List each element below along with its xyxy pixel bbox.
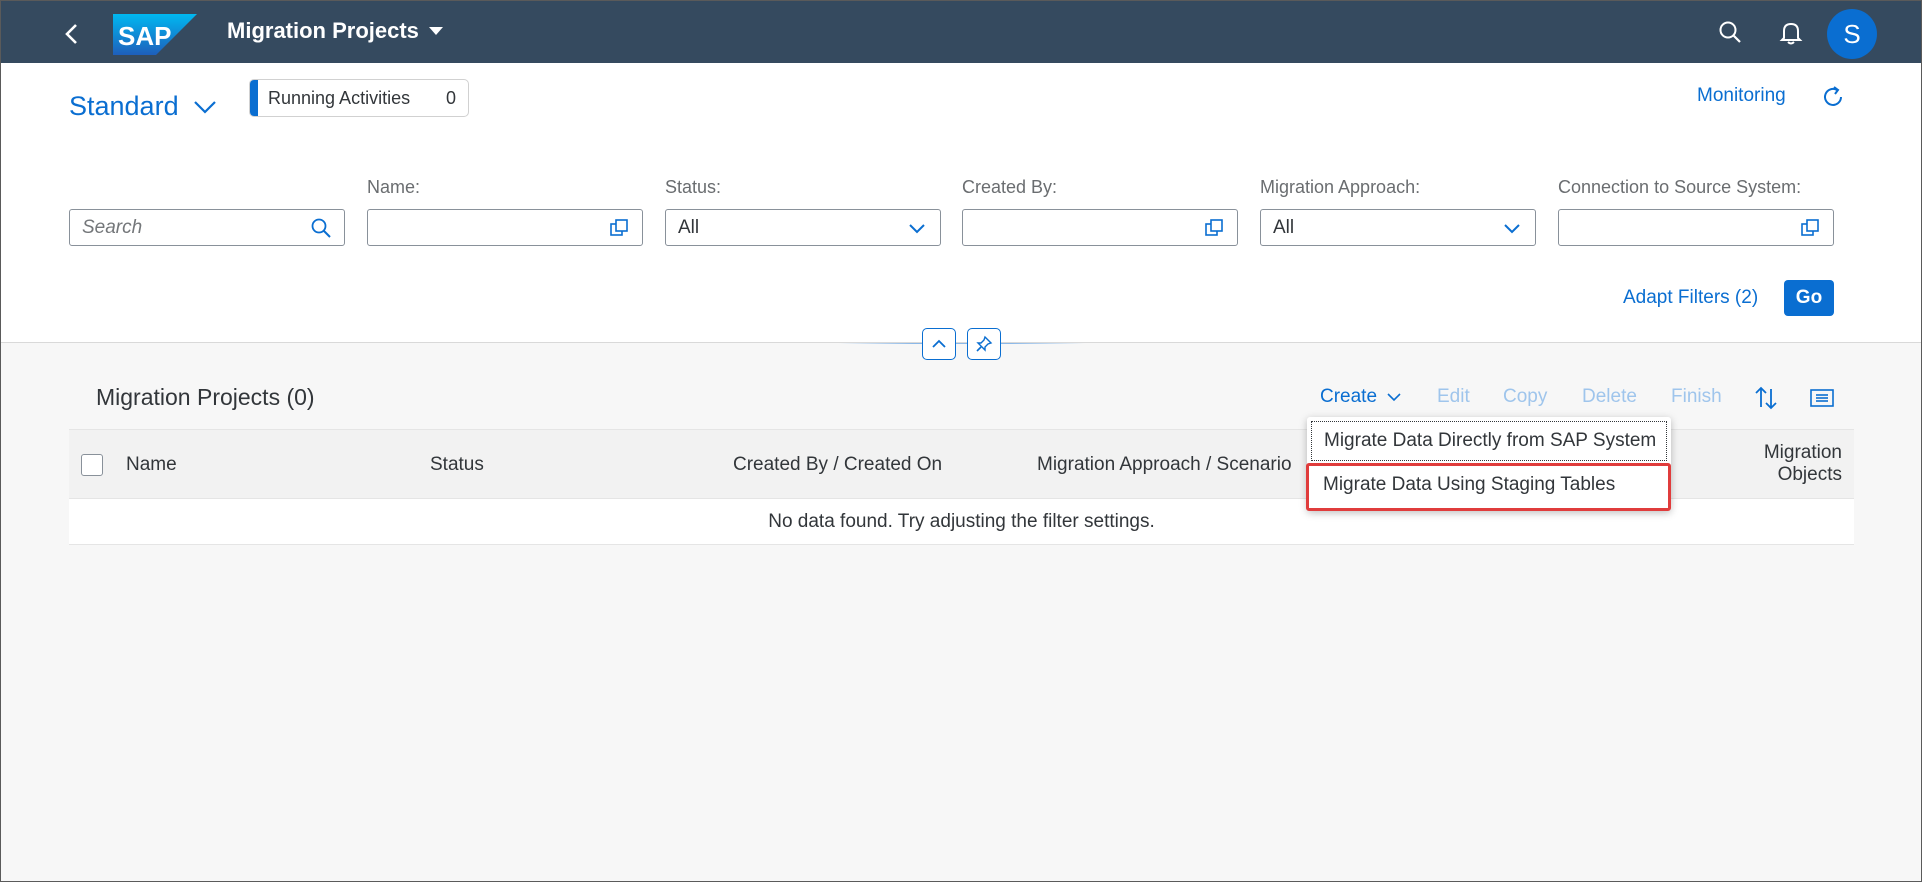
connection-filter-input[interactable] — [1558, 209, 1834, 246]
filter-header: Standard Running Activities 0 Monitoring… — [1, 63, 1921, 343]
column-migration-objects-line2: Objects — [1777, 464, 1842, 485]
table-settings-icon[interactable] — [1809, 385, 1835, 411]
running-activities-accent — [250, 80, 258, 116]
column-status[interactable]: Status — [430, 454, 484, 476]
create-button[interactable]: Create — [1320, 386, 1401, 408]
edit-button[interactable]: Edit — [1437, 386, 1470, 408]
chevron-down-icon — [1387, 392, 1401, 401]
monitoring-link[interactable]: Monitoring — [1697, 85, 1786, 107]
connection-filter-label: Connection to Source System: — [1558, 177, 1802, 197]
approach-filter-select[interactable]: All — [1260, 209, 1536, 246]
create-label: Create — [1320, 386, 1378, 407]
notification-bell-icon[interactable] — [1778, 19, 1804, 45]
search-icon[interactable] — [1717, 19, 1743, 45]
name-filter-label: Name: — [367, 177, 421, 197]
create-menu: Migrate Data Directly from SAP System Mi… — [1307, 417, 1671, 511]
header-divider — [839, 343, 1085, 344]
copy-button[interactable]: Copy — [1503, 386, 1547, 408]
pin-header-button[interactable] — [967, 328, 1001, 360]
go-button[interactable]: Go — [1784, 280, 1834, 316]
select-all-checkbox[interactable] — [81, 454, 103, 476]
shell-bar: SAP Migration Projects S — [1, 1, 1921, 63]
search-icon[interactable] — [310, 217, 332, 239]
name-filter-input[interactable] — [367, 209, 643, 246]
adapt-filters-link[interactable]: Adapt Filters (2) — [1623, 287, 1758, 309]
created-by-filter-input[interactable] — [962, 209, 1238, 246]
variant-label: Standard — [69, 91, 179, 121]
collapse-header-button[interactable] — [922, 328, 956, 360]
pin-icon — [976, 335, 993, 352]
menu-item-migrate-staging-tables[interactable]: Migrate Data Using Staging Tables — [1311, 465, 1667, 505]
column-approach[interactable]: Migration Approach / Scenario — [1037, 454, 1292, 476]
app-title-menu[interactable]: Migration Projects — [227, 18, 443, 44]
column-name[interactable]: Name — [126, 454, 177, 476]
approach-filter-value: All — [1273, 216, 1295, 238]
table-title: Migration Projects (0) — [96, 384, 315, 410]
running-activities-tile[interactable]: Running Activities 0 — [249, 79, 469, 117]
running-activities-count: 0 — [445, 87, 456, 108]
variant-selector[interactable]: Standard — [69, 91, 217, 122]
delete-button[interactable]: Delete — [1582, 386, 1637, 408]
status-filter-label: Status: — [665, 177, 722, 197]
refresh-icon[interactable] — [1819, 83, 1847, 111]
column-migration-objects-line1: Migration — [1763, 442, 1842, 463]
chevron-up-icon — [932, 339, 946, 348]
status-filter-select[interactable]: All — [665, 209, 941, 246]
sap-logo-text: SAP — [118, 21, 171, 51]
approach-filter-label: Migration Approach: — [1260, 177, 1421, 197]
chevron-down-icon — [193, 100, 216, 114]
value-help-icon[interactable] — [1799, 217, 1821, 239]
chevron-down-icon — [1504, 223, 1520, 233]
app-title: Migration Projects — [227, 18, 419, 43]
user-avatar[interactable]: S — [1827, 9, 1877, 59]
search-placeholder: Search — [82, 216, 143, 238]
finish-button[interactable]: Finish — [1671, 386, 1722, 408]
value-help-icon[interactable] — [1203, 217, 1225, 239]
column-migration-objects[interactable]: Migration Objects — [1764, 442, 1842, 486]
sap-logo[interactable]: SAP — [113, 14, 197, 55]
status-filter-value: All — [678, 216, 700, 238]
back-arrow-icon[interactable] — [59, 21, 85, 47]
running-activities-label: Running Activities — [268, 87, 411, 108]
column-created[interactable]: Created By / Created On — [733, 454, 942, 476]
chevron-down-icon — [909, 223, 925, 233]
created-by-filter-label: Created By: — [962, 177, 1058, 197]
menu-item-migrate-directly[interactable]: Migrate Data Directly from SAP System — [1311, 421, 1667, 461]
value-help-icon[interactable] — [608, 217, 630, 239]
caret-down-icon — [428, 27, 443, 35]
search-input[interactable]: Search — [69, 209, 345, 246]
sort-icon[interactable] — [1753, 385, 1779, 411]
